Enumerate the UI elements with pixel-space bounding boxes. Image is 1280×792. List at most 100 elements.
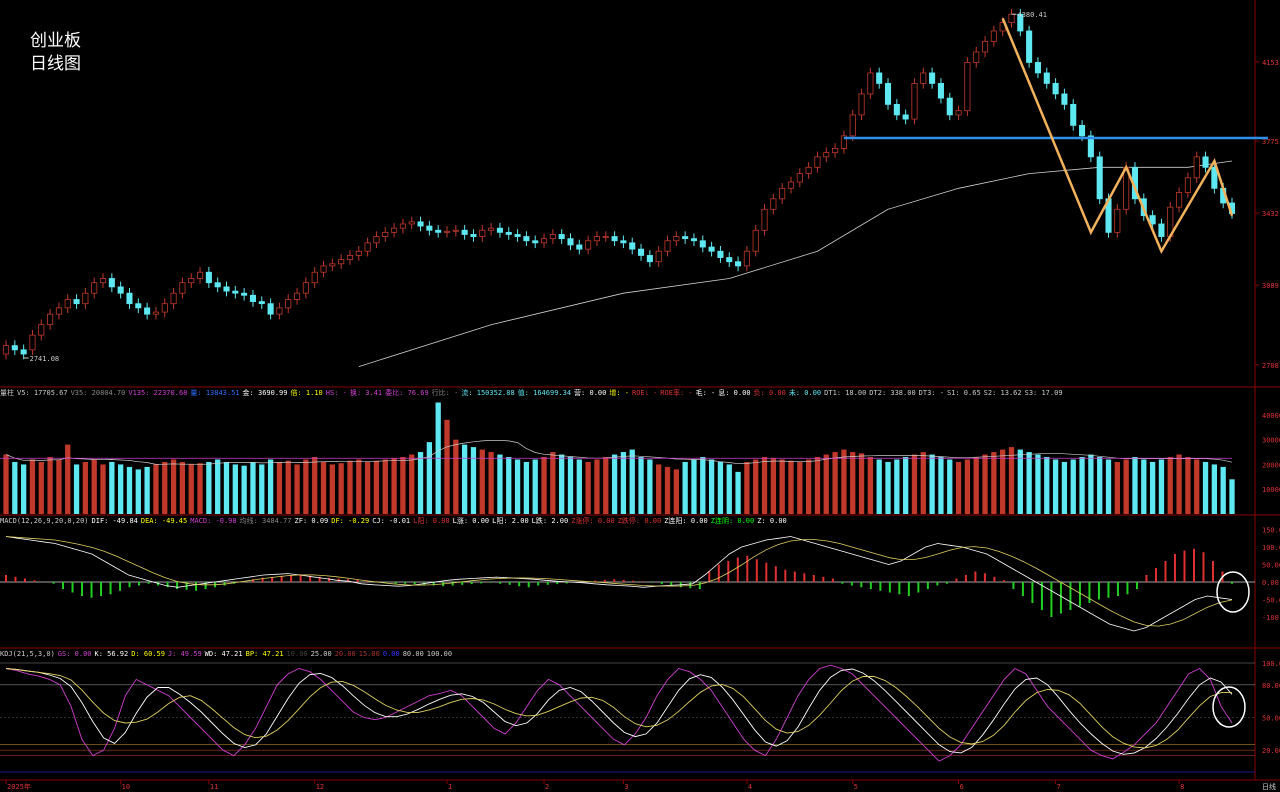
volume-tick-label-3: 10000 xyxy=(1262,486,1280,494)
kdj-info-field-13: 100.00 xyxy=(426,650,453,658)
volume-info-field-13: 营: 0.00 xyxy=(574,389,607,397)
volume-bar-90 xyxy=(797,461,803,514)
candle-body-136 xyxy=(1202,156,1209,168)
volume-bar-45 xyxy=(400,457,406,514)
volume-bar-55 xyxy=(488,452,494,514)
price-axis-ticks: 4153 3775 3432 3089 2708 xyxy=(1255,59,1279,370)
candle-body-97 xyxy=(858,93,865,116)
kdj-k-line xyxy=(5,668,1233,755)
candle-body-134 xyxy=(1184,177,1191,193)
candle-body-98 xyxy=(867,72,874,95)
volume-bar-109 xyxy=(964,459,971,514)
volume-bar-22 xyxy=(197,463,203,514)
candle-body-20 xyxy=(179,282,186,294)
kdj-indicator-bar: KDJ(21,5,3,0) GS: 0.00 K: 56.92 D: 60.59 J: … xyxy=(0,648,1250,660)
volume-bar-110 xyxy=(973,457,979,514)
date-label-3: 12 xyxy=(316,783,324,791)
date-label-10: 7 xyxy=(1057,783,1061,791)
volume-info-field-16: ROE率: - xyxy=(660,389,693,397)
candle-body-116 xyxy=(1026,30,1033,63)
volume-bar-113 xyxy=(1000,449,1006,514)
volume-bar-100 xyxy=(885,461,891,514)
candle-body-46 xyxy=(408,221,415,225)
kdj-info-field-4: J: 49.59 xyxy=(167,650,202,658)
candle-body-76 xyxy=(673,236,680,242)
volume-bar-117 xyxy=(1035,454,1041,514)
candle-body-107 xyxy=(946,97,953,116)
volume-bar-32 xyxy=(285,460,291,514)
volume-bar-57 xyxy=(506,457,512,514)
macd-series: 150.00 100.00 50.00 0.00 -50.00 -100.00 xyxy=(0,527,1280,632)
candle-body-65 xyxy=(576,244,583,250)
volume-bar-20 xyxy=(179,461,186,514)
volume-bar-36 xyxy=(320,461,327,514)
price-tick-label-2: 3432 xyxy=(1262,210,1279,218)
volume-bar-119 xyxy=(1052,459,1059,514)
volume-bar-52 xyxy=(462,444,468,514)
candle-body-0 xyxy=(2,345,10,355)
macd-indicator-bar: MACD(12,26,9,20,0,20) DIF: -49.84 DEA: -49… xyxy=(0,515,1250,527)
macd-info-field-4: 均线: 3484.77 xyxy=(239,517,292,525)
volume-info-field-23: DT3: - xyxy=(918,389,944,397)
volume-bar-138 xyxy=(1220,466,1226,514)
candle-body-57 xyxy=(505,231,512,235)
volume-bar-25 xyxy=(223,461,230,514)
candle-body-3 xyxy=(29,334,36,351)
macd-info-field-10: L阳: 2.00 xyxy=(492,517,529,525)
volume-info-field-1: V5: 17705.67 xyxy=(17,389,68,397)
candle-body-49 xyxy=(435,229,442,233)
price-tick-label-1: 3775 xyxy=(1262,138,1279,146)
kdj-tick-label-2: 50.00 xyxy=(1262,715,1280,723)
price-tick-label-3: 3089 xyxy=(1262,282,1279,290)
volume-bar-58 xyxy=(514,459,521,514)
date-label-8: 5 xyxy=(854,783,858,791)
volume-bar-126 xyxy=(1114,461,1120,514)
volume-bar-139 xyxy=(1229,479,1235,514)
volume-bar-136 xyxy=(1202,461,1209,514)
volume-indicator-bar: 量柱 V5: 17705.67 V35: 20804.70 V135: 22370.6… xyxy=(0,387,1250,399)
volume-bar-4 xyxy=(38,461,44,514)
volume-bar-96 xyxy=(850,452,856,514)
candle-body-44 xyxy=(391,227,398,233)
volume-bar-53 xyxy=(470,447,477,514)
volume-bar-77 xyxy=(682,461,688,514)
volume-bar-46 xyxy=(409,454,415,514)
candle-body-10 xyxy=(91,282,98,294)
volume-info-field-6: 倍: 1.10 xyxy=(290,389,323,397)
candle-body-29 xyxy=(258,301,265,305)
candle-body-62 xyxy=(549,234,556,240)
volume-bar-124 xyxy=(1097,457,1103,514)
volume-bar-98 xyxy=(867,457,874,514)
volume-bar-108 xyxy=(955,461,962,514)
volume-bar-48 xyxy=(426,442,433,514)
volume-bar-6 xyxy=(56,459,62,514)
volume-bar-44 xyxy=(391,458,397,514)
volume-bar-68 xyxy=(603,457,609,514)
candle-body-52 xyxy=(461,229,468,235)
volume-bar-42 xyxy=(373,460,380,514)
volume-bar-94 xyxy=(832,452,838,514)
candle-body-88 xyxy=(779,187,786,200)
candle-body-89 xyxy=(787,181,795,189)
candle-body-2 xyxy=(20,349,27,355)
volume-bar-111 xyxy=(982,454,988,514)
candle-body-102 xyxy=(902,114,909,120)
macd-info-field-2: DEA: -49.45 xyxy=(140,517,188,525)
macd-info-field-15: Z连阴: 0.00 xyxy=(710,517,755,525)
candle-body-26 xyxy=(232,290,239,294)
volume-info-field-26: S3: 17.09 xyxy=(1024,389,1063,397)
volume-bar-64 xyxy=(567,457,574,514)
volume-tick-label-1: 30000 xyxy=(1262,437,1280,445)
kdj-info-field-9: 20.00 xyxy=(334,650,356,658)
volume-bar-105 xyxy=(929,454,935,514)
volume-bar-107 xyxy=(947,459,953,514)
candle-body-22 xyxy=(196,271,204,279)
macd-info-field-9: L涨: 0.00 xyxy=(452,517,490,525)
kdj-info-field-2: K: 56.92 xyxy=(94,650,129,658)
candle-body-56 xyxy=(496,227,503,233)
volume-info-field-25: S2: 13.62 xyxy=(983,389,1022,397)
volume-bar-130 xyxy=(1149,461,1156,514)
kdj-info-field-3: D: 60.59 xyxy=(131,650,165,658)
candle-body-36 xyxy=(320,265,327,273)
volume-info-field-4: 量: 13843.51 xyxy=(190,389,240,397)
